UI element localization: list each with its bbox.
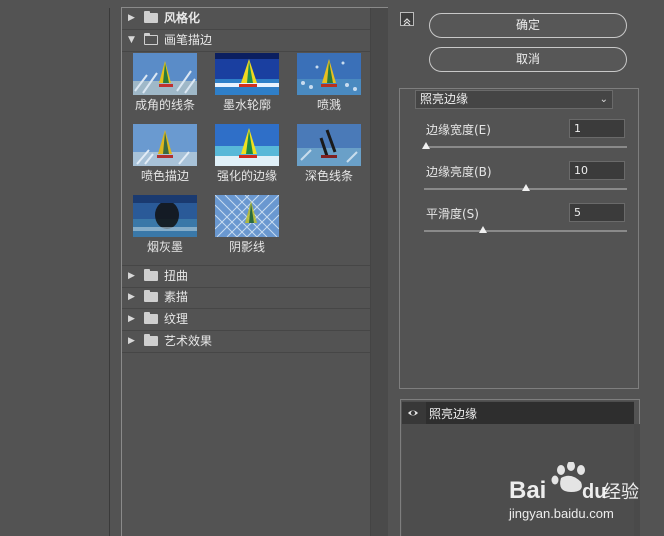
eye-icon[interactable] xyxy=(407,407,419,419)
category-sketch[interactable]: ▶ 素描 xyxy=(122,287,370,309)
expand-arrow-icon: ▶ xyxy=(128,314,135,324)
thumb-ink-outlines[interactable] xyxy=(215,53,279,95)
category-distort[interactable]: ▶ 扭曲 xyxy=(122,265,370,288)
thumb-label: 喷色描边 xyxy=(140,169,189,183)
category-brush-strokes[interactable]: ▼ 画笔描边 xyxy=(122,30,370,52)
thumb-label: 烟灰墨 xyxy=(146,240,183,254)
edge-brightness-label: 边缘亮度(B) xyxy=(426,165,492,179)
edge-width-slider[interactable] xyxy=(424,146,627,148)
smoothness-slider[interactable] xyxy=(424,230,627,232)
ok-button[interactable]: 确定 xyxy=(429,13,627,38)
watermark-brand: Bai xyxy=(509,477,546,504)
chevron-down-icon: ⌄ xyxy=(599,94,608,105)
thumb-angled-strokes[interactable] xyxy=(133,53,197,95)
folder-icon xyxy=(144,312,158,324)
category-label: 画笔描边 xyxy=(164,33,213,47)
folder-icon xyxy=(144,290,158,302)
folder-icon xyxy=(144,334,158,346)
edge-brightness-slider-thumb[interactable] xyxy=(522,184,530,191)
category-label: 素描 xyxy=(164,290,189,304)
baidu-logo: Bai du 经验 jingyan.baidu.com xyxy=(508,461,639,521)
category-label: 扭曲 xyxy=(164,269,189,283)
thumb-spatter[interactable] xyxy=(297,53,361,95)
thumb-label: 阴影线 xyxy=(228,240,265,254)
category-label: 风格化 xyxy=(164,11,201,25)
thumb-accented-edges[interactable] xyxy=(215,124,279,166)
category-stylize[interactable]: ▶ 风格化 xyxy=(122,8,370,30)
edge-width-slider-thumb[interactable] xyxy=(422,142,430,149)
category-label: 艺术效果 xyxy=(164,334,213,348)
smoothness-input[interactable]: 5 xyxy=(569,203,625,222)
category-artistic[interactable]: ▶ 艺术效果 xyxy=(122,331,370,353)
effect-layer-label: 照亮边缘 xyxy=(429,407,478,421)
thumb-label: 墨水轮廓 xyxy=(222,98,271,112)
folder-icon xyxy=(144,269,158,281)
category-label: 纹理 xyxy=(164,312,189,326)
watermark-url: jingyan.baidu.com xyxy=(508,506,614,521)
preview-divider xyxy=(109,8,110,536)
filter-select[interactable]: 照亮边缘 ⌄ xyxy=(415,90,613,109)
expand-arrow-icon: ▶ xyxy=(128,292,135,302)
expand-arrow-icon: ▶ xyxy=(128,13,135,23)
expand-arrow-icon: ▶ xyxy=(128,336,135,346)
thumb-sprayed-strokes[interactable] xyxy=(133,124,197,166)
edge-width-label: 边缘宽度(E) xyxy=(426,123,491,137)
gallery-scrollbar[interactable] xyxy=(370,8,388,536)
category-texture[interactable]: ▶ 纹理 xyxy=(122,309,370,331)
edge-width-input[interactable]: 1 xyxy=(569,119,625,138)
thumb-label: 深色线条 xyxy=(304,169,353,183)
cancel-button[interactable]: 取消 xyxy=(429,47,627,72)
collapse-arrow-icon: ▼ xyxy=(128,35,135,45)
watermark-text: 经验 xyxy=(603,482,639,503)
collapse-gallery-button[interactable] xyxy=(400,12,414,26)
chevron-up-icon xyxy=(403,18,411,26)
thumb-dark-strokes[interactable] xyxy=(297,124,361,166)
thumb-crosshatch[interactable] xyxy=(215,195,279,237)
image-preview-area[interactable] xyxy=(0,0,110,536)
thumb-label: 成角的线条 xyxy=(134,98,195,112)
edge-brightness-input[interactable]: 10 xyxy=(569,161,625,180)
thumb-label: 喷溅 xyxy=(316,98,341,112)
smoothness-slider-thumb[interactable] xyxy=(479,226,487,233)
thumb-sumi-e[interactable] xyxy=(133,195,197,237)
smoothness-label: 平滑度(S) xyxy=(426,207,479,221)
folder-icon xyxy=(144,11,158,23)
baidu-jingyan-watermark: Bai du 经验 jingyan.baidu.com xyxy=(505,461,655,524)
expand-arrow-icon: ▶ xyxy=(128,271,135,281)
open-folder-icon xyxy=(144,33,158,45)
filter-select-value: 照亮边缘 xyxy=(420,92,469,106)
thumb-label: 强化的边缘 xyxy=(216,169,277,183)
